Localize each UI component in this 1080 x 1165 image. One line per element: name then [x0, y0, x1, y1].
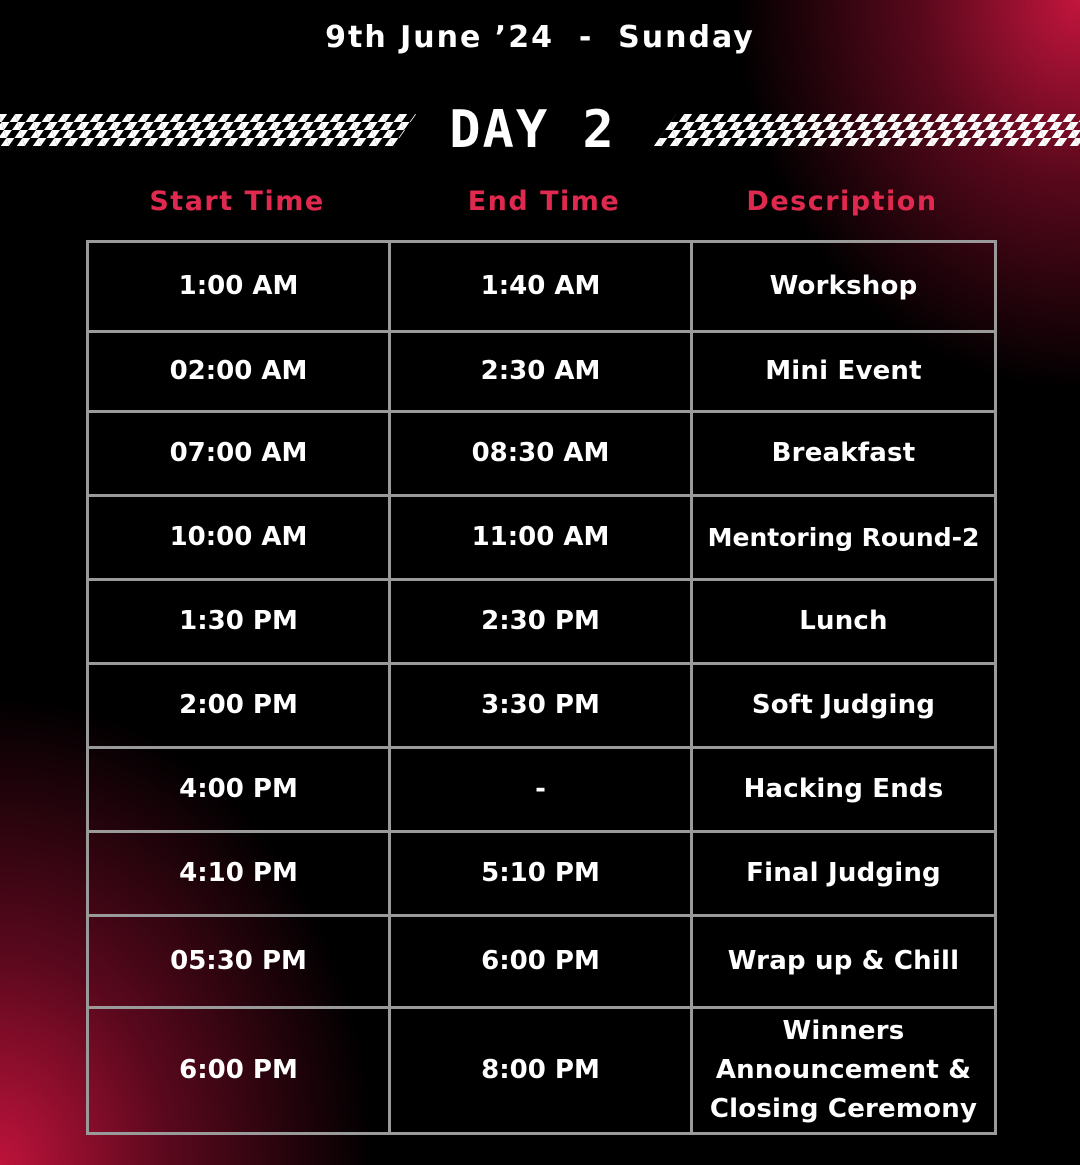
table-row: 05:30 PM 6:00 PM Wrap up & Chill: [86, 914, 997, 1009]
end-time-cell: 2:30 AM: [388, 330, 693, 413]
description-cell: Lunch: [690, 578, 997, 665]
day-title: DAY 2: [449, 100, 616, 160]
end-time-cell: 1:40 AM: [388, 240, 693, 333]
description-cell: Mentoring Round-2: [690, 494, 997, 581]
column-header-end-time: End Time: [467, 186, 621, 217]
start-time-cell: 4:00 PM: [86, 746, 391, 833]
table-row: 07:00 AM 08:30 AM Breakfast: [86, 410, 997, 497]
description-cell: Winners Announcement & Closing Ceremony: [690, 1006, 997, 1135]
day-banner: DAY 2: [0, 100, 1080, 160]
start-time-cell: 05:30 PM: [86, 914, 391, 1009]
end-time-cell: 6:00 PM: [388, 914, 693, 1009]
schedule-table: 1:00 AM 1:40 AM Workshop 02:00 AM 2:30 A…: [86, 240, 997, 1135]
table-row: 4:10 PM 5:10 PM Final Judging: [86, 830, 997, 917]
start-time-cell: 02:00 AM: [86, 330, 391, 413]
start-time-cell: 10:00 AM: [86, 494, 391, 581]
description-cell: Wrap up & Chill: [690, 914, 997, 1009]
end-time-cell: -: [388, 746, 693, 833]
description-cell: Soft Judging: [690, 662, 997, 749]
checkered-flag-left-icon: [0, 114, 417, 146]
table-row: 1:00 AM 1:40 AM Workshop: [86, 240, 997, 333]
start-time-cell: 1:00 AM: [86, 240, 391, 333]
start-time-cell: 4:10 PM: [86, 830, 391, 917]
end-time-cell: 5:10 PM: [388, 830, 693, 917]
end-time-cell: 11:00 AM: [388, 494, 693, 581]
table-row: 02:00 AM 2:30 AM Mini Event: [86, 330, 997, 413]
table-row: 4:00 PM - Hacking Ends: [86, 746, 997, 833]
end-time-cell: 3:30 PM: [388, 662, 693, 749]
description-cell: Hacking Ends: [690, 746, 997, 833]
table-row: 2:00 PM 3:30 PM Soft Judging: [86, 662, 997, 749]
table-row: 6:00 PM 8:00 PM Winners Announcement & C…: [86, 1006, 997, 1135]
description-cell: Final Judging: [690, 830, 997, 917]
column-header-description: Description: [746, 186, 938, 217]
table-row: 10:00 AM 11:00 AM Mentoring Round-2: [86, 494, 997, 581]
end-time-cell: 2:30 PM: [388, 578, 693, 665]
checkered-flag-right-icon: [653, 114, 1080, 146]
column-header-start-time: Start Time: [149, 186, 325, 217]
start-time-cell: 1:30 PM: [86, 578, 391, 665]
event-date: 9th June ’24 - Sunday: [325, 20, 755, 55]
start-time-cell: 2:00 PM: [86, 662, 391, 749]
end-time-cell: 08:30 AM: [388, 410, 693, 497]
description-cell: Mini Event: [690, 330, 997, 413]
description-cell: Workshop: [690, 240, 997, 333]
table-row: 1:30 PM 2:30 PM Lunch: [86, 578, 997, 665]
start-time-cell: 07:00 AM: [86, 410, 391, 497]
description-cell: Breakfast: [690, 410, 997, 497]
end-time-cell: 8:00 PM: [388, 1006, 693, 1135]
start-time-cell: 6:00 PM: [86, 1006, 391, 1135]
